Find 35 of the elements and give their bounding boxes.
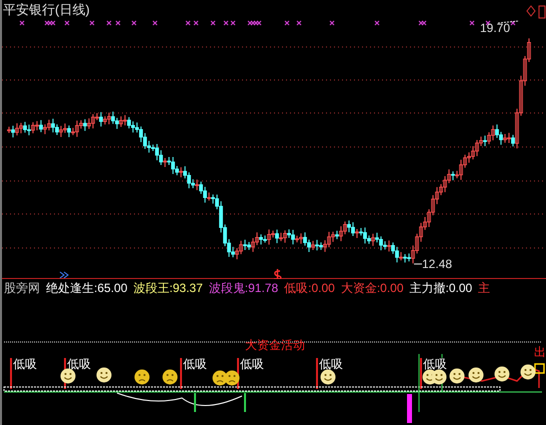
indicator-value: 91.78	[248, 281, 278, 296]
diamond-icon	[526, 5, 536, 17]
buy-signal-label: 低吸	[13, 358, 37, 371]
indicator-value: 0.00	[380, 281, 404, 296]
leader-line	[498, 20, 520, 24]
indicator-value: 0.00	[448, 281, 472, 296]
buy-signal-label: 低吸	[423, 358, 447, 371]
indicator-name: 波段王:	[133, 281, 173, 296]
signal-tick	[194, 393, 196, 412]
chart-title: 平安银行(日线)	[3, 2, 90, 17]
rectangle-icon	[538, 6, 546, 18]
indicator-name: 绝处逢生:	[46, 281, 98, 296]
indicator-name: 大资金:	[340, 281, 380, 296]
indicator-name: 主力撤:	[410, 281, 449, 296]
square-icon	[534, 363, 545, 374]
indicator-value: 65.00	[97, 281, 128, 296]
buy-signal-label: 低吸	[183, 358, 207, 371]
buy-signal-label: 低吸	[67, 358, 91, 371]
indicator-value: 0.00	[311, 281, 335, 296]
signal-tick	[418, 354, 420, 412]
event-label: 大资金活动	[245, 339, 305, 352]
signal-tick	[244, 393, 246, 412]
low-price-label: 12.48	[422, 258, 452, 271]
indicator-name: 波段鬼:	[208, 281, 248, 296]
exit-signal-label: 出	[534, 346, 546, 359]
buy-signal-label: 低吸	[240, 358, 264, 371]
double-arrow-icon	[60, 272, 69, 278]
indicator-name: 股旁网	[4, 281, 40, 296]
high-price-label: 19.70	[480, 22, 510, 35]
indicator-name: 主	[478, 281, 490, 296]
buy-signal-label: 低吸	[319, 358, 343, 371]
indicator-name: 低吸:	[284, 281, 312, 296]
indicator-value: 93.37	[172, 281, 203, 296]
volume-bar	[407, 394, 412, 423]
dollar-icon	[273, 268, 282, 279]
